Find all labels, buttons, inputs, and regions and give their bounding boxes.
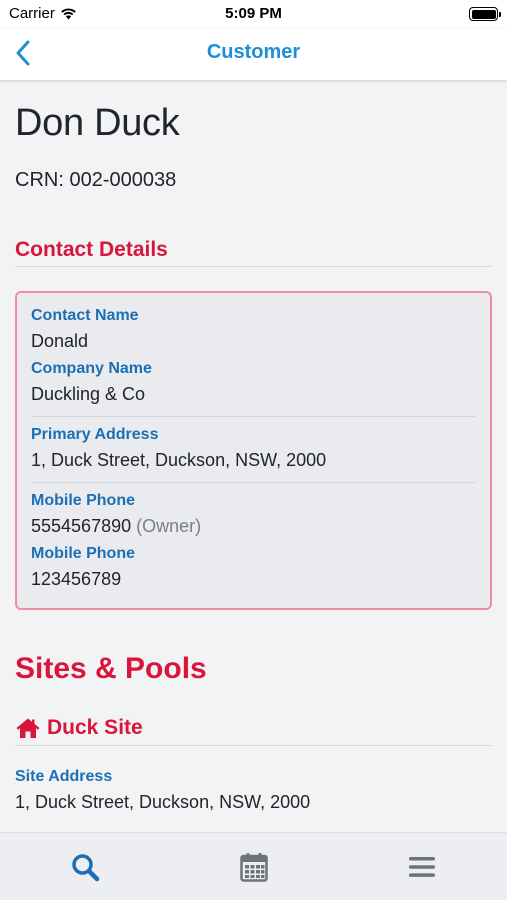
company-name-field: Company Name Duckling & Co [31,360,476,413]
site-address-label: Site Address [15,768,113,785]
customer-crn: CRN: 002-000038 [15,169,177,191]
company-name-label: Company Name [31,360,152,377]
contact-details-card: Contact Name Donald Company Name Ducklin… [15,291,492,610]
sites-pools-heading: Sites & Pools [15,652,207,685]
tab-calendar[interactable] [238,851,270,883]
contact-details-heading: Contact Details [15,238,492,267]
status-time: 5:09 PM [225,5,282,22]
mobile-phone-value: 5554567890 (Owner) [31,516,476,537]
site-heading[interactable]: Duck Site [15,716,492,746]
mobile-phone-number: 5554567890 [31,516,132,536]
navigation-bar: Customer [0,28,507,80]
search-icon [72,854,100,882]
mobile-phone-label: Mobile Phone [31,545,135,562]
customer-detail-content[interactable]: Don Duck CRN: 002-000038 Contact Details… [0,80,507,832]
calendar-icon [240,853,268,882]
tab-bar [0,832,507,900]
mobile-phone-field[interactable]: Mobile Phone 123456789 [31,545,476,598]
primary-address-field[interactable]: Primary Address 1, Duck Street, Duckson,… [31,416,476,479]
site-address-value: 1, Duck Street, Duckson, NSW, 2000 [15,792,311,812]
customer-name: Don Duck [15,102,180,144]
mobile-phone-field[interactable]: Mobile Phone 5554567890 (Owner) [31,482,476,545]
primary-address-label: Primary Address [31,426,159,443]
tab-search[interactable] [69,851,101,883]
company-name-value: Duckling & Co [31,384,146,404]
tab-menu[interactable] [406,851,438,883]
page-title: Customer [206,41,301,63]
site-name: Duck Site [47,716,143,739]
contact-name-field: Contact Name Donald [31,307,476,360]
mobile-phone-note: (Owner) [136,516,202,536]
contact-name-value: Donald [31,331,89,351]
site-address-field[interactable]: Site Address 1, Duck Street, Duckson, NS… [15,768,492,813]
contact-name-label: Contact Name [31,307,139,324]
status-bar: Carrier 5:09 PM [0,0,507,28]
mobile-phone-number: 123456789 [31,569,122,589]
menu-icon [409,857,435,877]
mobile-phone-label: Mobile Phone [31,492,135,509]
primary-address-value: 1, Duck Street, Duckson, NSW, 2000 [31,450,327,470]
battery-icon [469,7,501,21]
home-icon [16,718,40,738]
